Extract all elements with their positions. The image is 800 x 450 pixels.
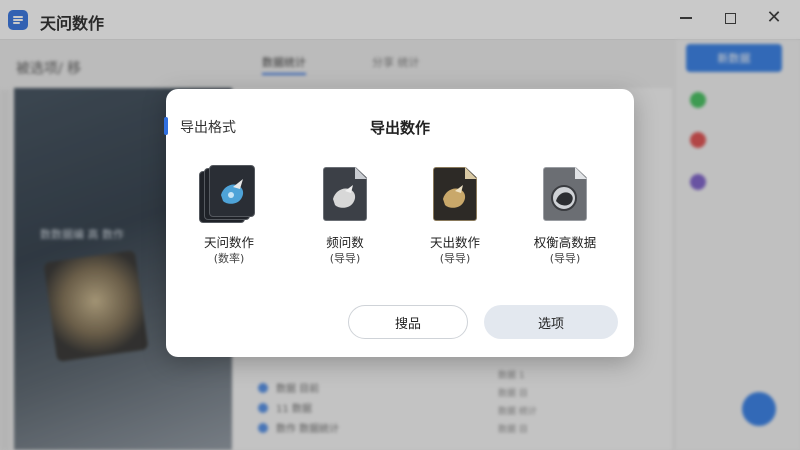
format-name: 频问数	[326, 235, 364, 250]
format-name: 天出数作	[429, 235, 480, 250]
format-subtitle: (导导)	[549, 252, 581, 265]
format-option[interactable]: 权衡高数据 (导导)	[510, 165, 620, 267]
format-option[interactable]: 天出数作 (导导)	[400, 165, 510, 267]
stacked-layers-icon	[199, 165, 259, 225]
dialog-title: 导出数作	[369, 119, 430, 137]
format-name: 权衡高数据	[533, 235, 597, 250]
format-name: 天问数作	[203, 235, 254, 250]
format-option[interactable]: 频问数 (导导)	[290, 165, 400, 267]
archive-document-icon	[535, 165, 595, 225]
format-option[interactable]: 天问数作 (数率)	[174, 165, 284, 267]
format-subtitle: (导导)	[329, 252, 361, 265]
cancel-button[interactable]: 搜品	[348, 305, 468, 339]
format-subtitle: (导导)	[439, 252, 471, 265]
document-icon	[315, 165, 375, 225]
image-document-icon	[425, 165, 485, 225]
format-subtitle: (数率)	[213, 252, 245, 265]
options-button[interactable]: 选项	[484, 305, 618, 339]
export-dialog: 导出格式 导出数作 天问数作 (数率) 频问数 (导导) 天出数作 (导导) 权…	[164, 89, 634, 357]
format-options: 天问数作 (数率) 频问数 (导导) 天出数作 (导导) 权衡高数据 (导导)	[166, 165, 634, 285]
